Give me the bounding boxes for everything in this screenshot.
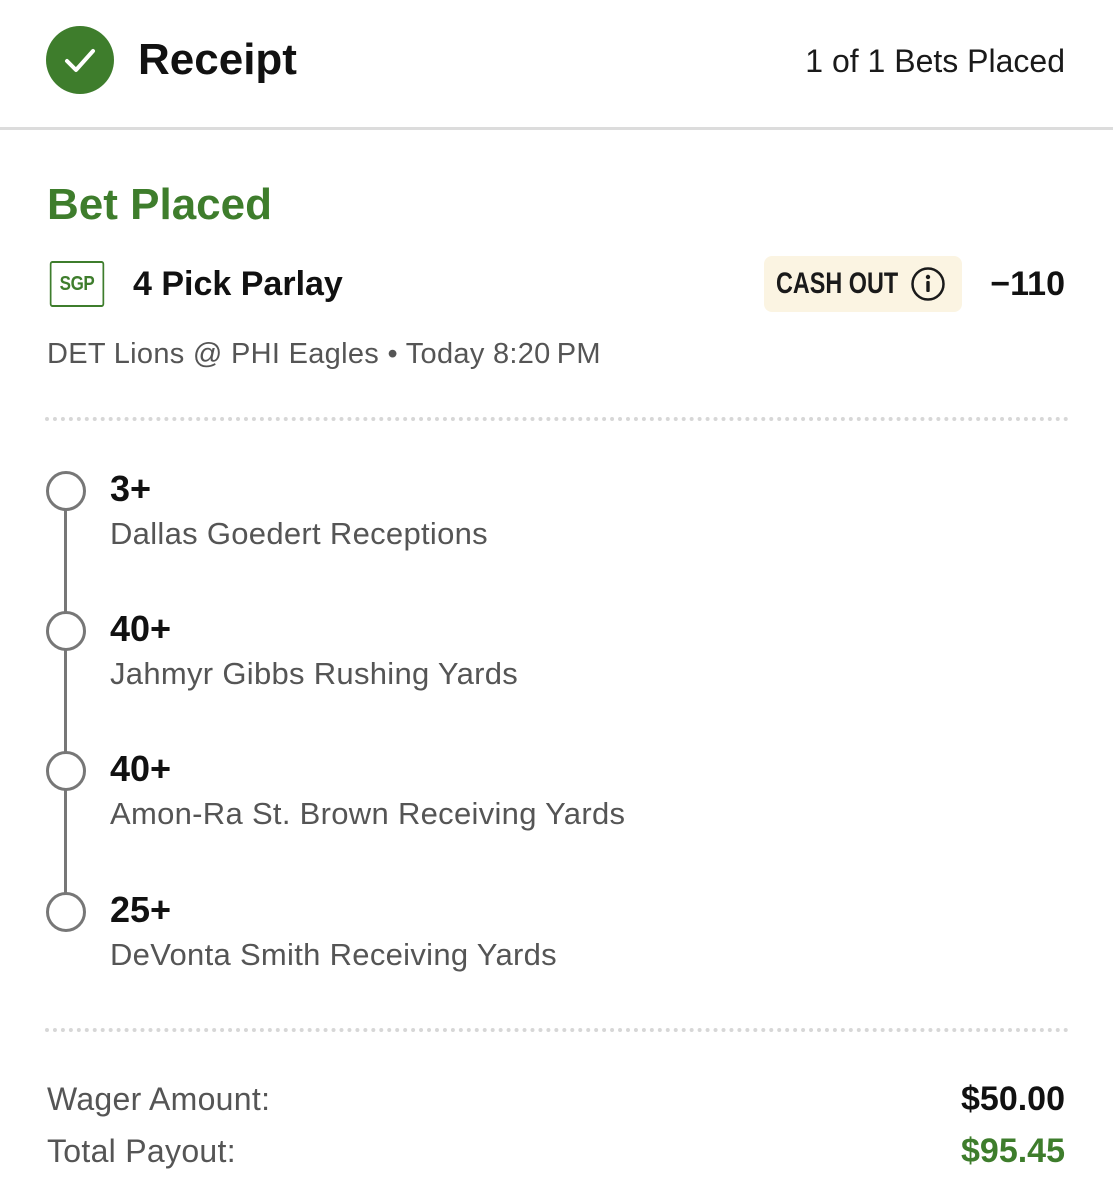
parlay-leg: 40+ Jahmyr Gibbs Rushing Yards: [0, 608, 1113, 721]
info-icon[interactable]: [910, 266, 946, 302]
leg-status-circle-icon: [46, 892, 86, 932]
leg-status-circle-icon: [46, 471, 86, 511]
receipt-header: Receipt 1 of 1 Bets Placed: [0, 0, 1113, 130]
leg-value: 40+: [110, 748, 172, 789]
leg-status-circle-icon: [46, 611, 86, 651]
checkmark-circle-icon: [46, 26, 114, 94]
leg-description: Amon-Ra St. Brown Receiving Yards: [110, 796, 626, 831]
game-info: DET Lions @ PHI Eagles • Today 8:20 PM: [47, 338, 601, 370]
leg-value: 3+: [110, 468, 152, 509]
wager-value: $50.00: [961, 1080, 1065, 1118]
parlay-odds: −110: [990, 265, 1065, 303]
parlay-title: 4 Pick Parlay: [133, 265, 343, 303]
leg-value: 40+: [110, 608, 172, 649]
parlay-leg: 40+ Amon-Ra St. Brown Receiving Yards: [0, 748, 1113, 861]
leg-value: 25+: [110, 889, 172, 930]
leg-description: DeVonta Smith Receiving Yards: [110, 937, 557, 972]
sgp-badge: SGP: [49, 261, 105, 307]
bet-status: Bet Placed: [47, 180, 272, 229]
cash-out-button[interactable]: CASH OUT: [764, 256, 962, 312]
parlay-leg: 3+ Dallas Goedert Receptions: [0, 468, 1113, 581]
leg-description: Jahmyr Gibbs Rushing Yards: [110, 656, 519, 691]
payout-label: Total Payout:: [47, 1133, 236, 1169]
payout-value: $95.45: [961, 1132, 1065, 1170]
cash-out-label: CASH OUT: [776, 267, 899, 300]
divider: [45, 1028, 1069, 1032]
parlay-leg: 25+ DeVonta Smith Receiving Yards: [0, 889, 1113, 1002]
divider: [45, 417, 1069, 421]
leg-status-circle-icon: [46, 751, 86, 791]
page-title: Receipt: [138, 35, 297, 84]
bets-placed-count: 1 of 1 Bets Placed: [805, 43, 1065, 79]
leg-description: Dallas Goedert Receptions: [110, 516, 488, 551]
wager-label: Wager Amount:: [47, 1081, 271, 1117]
